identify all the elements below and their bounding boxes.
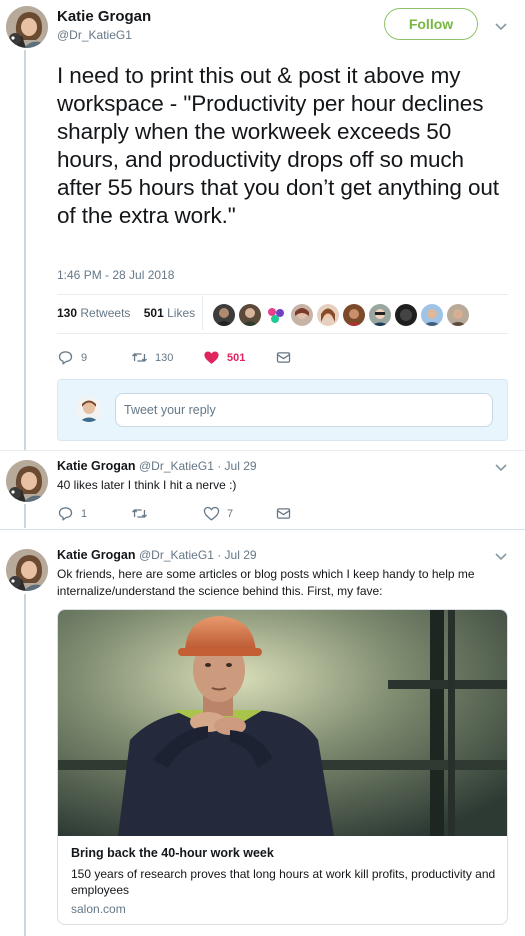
card-title: Bring back the 40-hour work week bbox=[71, 846, 274, 860]
reply-count: 1 bbox=[81, 507, 88, 520]
avatar[interactable] bbox=[6, 6, 48, 48]
liker-avatar[interactable] bbox=[395, 304, 417, 326]
reply-meta: @Dr_KatieG1 · Jul 29 bbox=[138, 548, 257, 562]
retweet-icon bbox=[131, 509, 148, 518]
reply-button[interactable]: 9 bbox=[57, 349, 87, 366]
reply-count: 9 bbox=[81, 351, 88, 364]
divider bbox=[57, 333, 508, 334]
liker-avatar[interactable] bbox=[265, 304, 287, 326]
main-tweet-header: Katie Grogan @Dr_KatieG1 Follow bbox=[0, 0, 525, 52]
tweet-timestamp[interactable]: 1:46 PM - 28 Jul 2018 bbox=[57, 268, 174, 282]
direct-message-icon bbox=[276, 352, 291, 363]
reply-icon bbox=[58, 507, 73, 521]
like-action-count: 501 bbox=[227, 351, 246, 364]
retweet-button[interactable] bbox=[131, 505, 155, 522]
avatar[interactable] bbox=[6, 549, 48, 591]
retweet-icon bbox=[131, 353, 148, 362]
reply-text: Ok friends, here are some articles or bl… bbox=[57, 567, 475, 598]
liker-avatar[interactable] bbox=[291, 304, 313, 326]
divider bbox=[57, 294, 508, 295]
thread-line bbox=[24, 504, 26, 528]
thread-line bbox=[24, 50, 26, 450]
follow-button[interactable]: Follow bbox=[384, 8, 478, 40]
liker-avatar[interactable] bbox=[369, 304, 391, 326]
like-button[interactable]: 501 bbox=[203, 349, 245, 366]
chevron-down-icon[interactable] bbox=[494, 460, 508, 474]
card-image bbox=[58, 610, 507, 836]
direct-message-button[interactable] bbox=[275, 505, 299, 522]
author-name[interactable]: Katie Grogan bbox=[57, 8, 151, 25]
liker-avatar[interactable] bbox=[317, 304, 339, 326]
like-count-link[interactable]: 501 Likes bbox=[144, 306, 195, 320]
tweet-stats: 130 Retweets 501 Likes bbox=[57, 306, 195, 320]
retweet-count-link[interactable]: 130 Retweets bbox=[57, 306, 130, 320]
author-handle[interactable]: @Dr_KatieG1 bbox=[57, 28, 132, 42]
divider bbox=[0, 529, 525, 530]
direct-message-button[interactable] bbox=[275, 349, 299, 366]
like-button[interactable]: 7 bbox=[203, 505, 233, 522]
reply-button[interactable]: 1 bbox=[57, 505, 87, 522]
liker-avatar[interactable] bbox=[213, 304, 235, 326]
heart-icon bbox=[203, 506, 220, 521]
retweet-label: Retweets bbox=[80, 306, 131, 320]
like-action-count: 7 bbox=[227, 507, 234, 520]
link-card[interactable]: Bring back the 40-hour work week 150 yea… bbox=[57, 609, 508, 925]
heart-icon bbox=[204, 351, 219, 364]
like-label: Likes bbox=[167, 306, 196, 320]
reply-input[interactable]: Tweet your reply bbox=[115, 393, 493, 427]
chevron-down-icon[interactable] bbox=[494, 549, 508, 563]
avatar[interactable] bbox=[6, 460, 48, 502]
reply-composer: Tweet your reply bbox=[57, 379, 508, 441]
card-domain: salon.com bbox=[71, 902, 126, 916]
divider bbox=[0, 450, 525, 451]
reply-author-name: Katie Grogan bbox=[57, 459, 136, 473]
reply-author[interactable]: Katie Grogan @Dr_KatieG1 · Jul 29 bbox=[57, 459, 257, 473]
reply-author-name: Katie Grogan bbox=[57, 548, 136, 562]
reply-icon bbox=[58, 351, 73, 365]
liker-avatar[interactable] bbox=[421, 304, 443, 326]
thread-line bbox=[24, 594, 26, 936]
chevron-down-icon[interactable] bbox=[494, 19, 508, 33]
card-description: 150 years of research proves that long h… bbox=[71, 867, 496, 897]
retweet-action-count: 130 bbox=[155, 351, 174, 364]
reply-author[interactable]: Katie Grogan @Dr_KatieG1 · Jul 29 bbox=[57, 548, 257, 562]
retweet-button[interactable]: 130 bbox=[131, 349, 173, 366]
stats-separator bbox=[202, 296, 203, 330]
reply-text: 40 likes later I think I hit a nerve :) bbox=[57, 478, 237, 492]
retweet-count: 130 bbox=[57, 306, 78, 320]
direct-message-icon bbox=[276, 508, 291, 519]
liker-avatar[interactable] bbox=[239, 304, 261, 326]
reply-meta: @Dr_KatieG1 · Jul 29 bbox=[138, 459, 257, 473]
liker-avatar[interactable] bbox=[343, 304, 365, 326]
tweet-text: I need to print this out & post it above… bbox=[57, 63, 499, 228]
current-user-avatar bbox=[76, 396, 102, 422]
like-count: 501 bbox=[143, 306, 164, 320]
liker-avatar[interactable] bbox=[447, 304, 469, 326]
